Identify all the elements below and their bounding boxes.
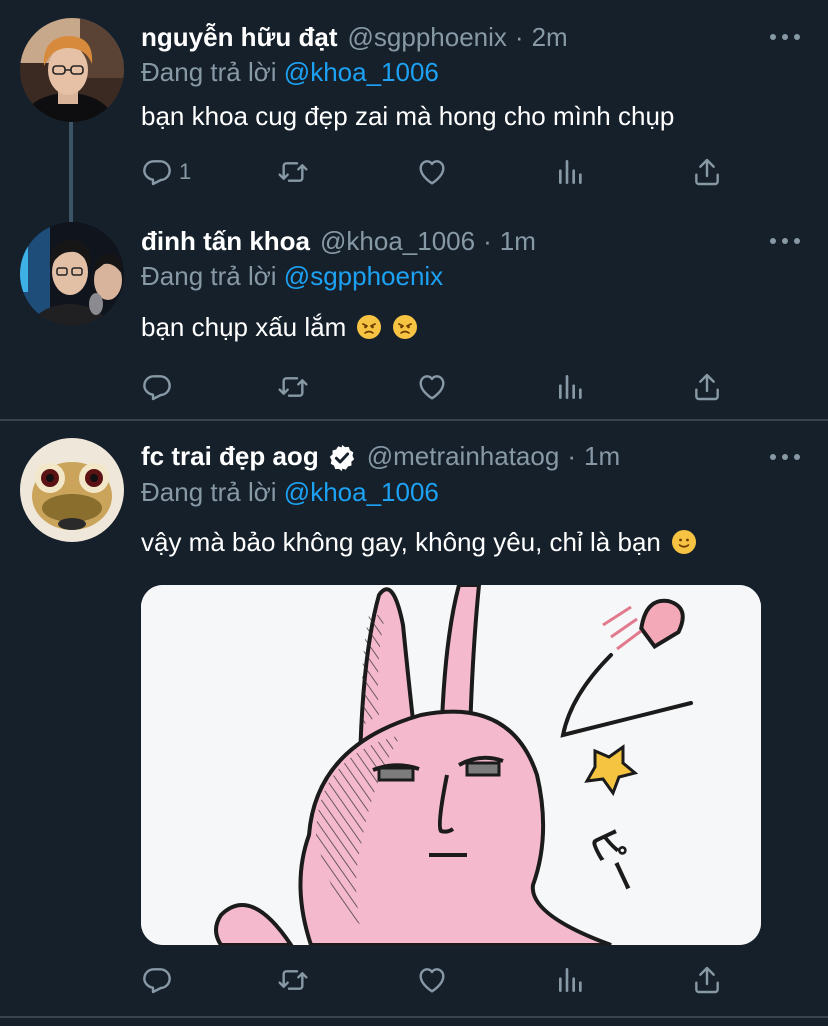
- heart-icon: [419, 968, 445, 993]
- reply-icon: [143, 375, 171, 401]
- share-button[interactable]: [691, 960, 723, 1000]
- replying-to: Đang trả lời @sgpphoenix: [141, 261, 443, 292]
- reply-button[interactable]: 1: [141, 152, 191, 192]
- heart-icon: [419, 375, 445, 400]
- slightly-smiling-face-icon: [672, 530, 697, 554]
- more-icon[interactable]: [770, 27, 800, 47]
- reply-count: 1: [179, 159, 192, 184]
- separator-dot: ·: [483, 226, 492, 256]
- share-icon: [695, 966, 719, 994]
- tweet-text: bạn chụp xấu lắm: [141, 312, 347, 342]
- pink-rabbit-sticker: ピー: [141, 585, 761, 945]
- analytics-icon: [559, 968, 582, 992]
- separator-dot: ·: [514, 22, 524, 52]
- mention-link[interactable]: @khoa_1006: [284, 57, 439, 87]
- replying-to: Đang trả lời @khoa_1006: [141, 477, 439, 508]
- tweet-text-line: bạn chụp xấu lắm: [141, 312, 417, 343]
- mention-link[interactable]: @khoa_1006: [284, 477, 439, 507]
- share-button[interactable]: [691, 152, 723, 192]
- reply-icon: [143, 160, 171, 186]
- replying-to: Đang trả lời @khoa_1006: [141, 57, 439, 88]
- action-bar: 1: [141, 152, 721, 192]
- share-button[interactable]: [691, 367, 723, 407]
- more-icon[interactable]: [770, 231, 800, 251]
- analytics-icon: [559, 160, 582, 184]
- avatar[interactable]: [20, 222, 124, 326]
- reply-prefix: Đang trả lời: [141, 57, 277, 87]
- heart-icon: [419, 160, 445, 185]
- timestamp[interactable]: 1m: [500, 226, 536, 257]
- analytics-icon: [559, 375, 582, 399]
- retweet-button[interactable]: [277, 152, 309, 192]
- retweet-icon: [278, 377, 308, 397]
- display-name[interactable]: đinh tấn khoa: [141, 226, 310, 257]
- separator-dot: ·: [567, 441, 576, 471]
- verified-badge-icon: [329, 444, 354, 472]
- tweet-header: đinh tấn khoa @khoa_1006 · 1m: [141, 226, 536, 260]
- tweet-3[interactable]: fc trai đẹp aog @metrainhataog · 1m Đang…: [0, 421, 828, 1016]
- tweet-1[interactable]: nguyễn hữu đạt @sgpphoenix · 2m Đang trả…: [0, 0, 828, 222]
- like-button[interactable]: [416, 367, 448, 407]
- user-handle[interactable]: @metrainhataog: [367, 441, 560, 472]
- display-name[interactable]: fc trai đẹp aog: [141, 441, 319, 472]
- avatar[interactable]: [20, 438, 124, 542]
- reply-button[interactable]: [141, 960, 173, 1000]
- user-handle[interactable]: @khoa_1006: [320, 226, 475, 257]
- retweet-icon: [278, 162, 308, 182]
- action-bar: [141, 960, 721, 1000]
- angry-face-icon: [357, 315, 382, 339]
- reply-prefix: Đang trả lời: [141, 261, 277, 291]
- retweet-button[interactable]: [277, 367, 309, 407]
- tweet-header: nguyễn hữu đạt @sgpphoenix · 2m: [141, 22, 568, 56]
- analytics-button[interactable]: [555, 152, 587, 192]
- tweet-media-image[interactable]: ピー: [141, 585, 761, 945]
- tweet-text-line: vậy mà bảo không gay, không yêu, chỉ là …: [141, 527, 697, 558]
- retweet-button[interactable]: [277, 960, 309, 1000]
- mention-link[interactable]: @sgpphoenix: [284, 261, 443, 291]
- avatar[interactable]: [20, 18, 124, 122]
- angry-face-icon: [392, 315, 417, 339]
- timestamp[interactable]: 2m: [532, 22, 568, 53]
- tweet-divider: [0, 1016, 828, 1018]
- analytics-button[interactable]: [555, 367, 587, 407]
- action-bar: [141, 367, 721, 407]
- tweet-2[interactable]: đinh tấn khoa @khoa_1006 · 1m Đang trả l…: [0, 205, 828, 418]
- tweet-text: vậy mà bảo không gay, không yêu, chỉ là …: [141, 527, 661, 557]
- user-handle[interactable]: @sgpphoenix: [348, 22, 507, 53]
- retweet-icon: [278, 970, 308, 990]
- timestamp[interactable]: 1m: [584, 441, 620, 472]
- reply-button[interactable]: [141, 367, 173, 407]
- tweet-text: bạn khoa cug đẹp zai mà hong cho mình ch…: [141, 101, 675, 131]
- more-icon[interactable]: [770, 447, 800, 467]
- like-button[interactable]: [416, 152, 448, 192]
- analytics-button[interactable]: [555, 960, 587, 1000]
- share-icon: [695, 158, 719, 186]
- display-name[interactable]: nguyễn hữu đạt: [141, 22, 338, 53]
- reply-prefix: Đang trả lời: [141, 477, 277, 507]
- tweet-header: fc trai đẹp aog @metrainhataog · 1m: [141, 441, 620, 475]
- reply-icon: [143, 968, 171, 994]
- like-button[interactable]: [416, 960, 448, 1000]
- share-icon: [695, 373, 719, 401]
